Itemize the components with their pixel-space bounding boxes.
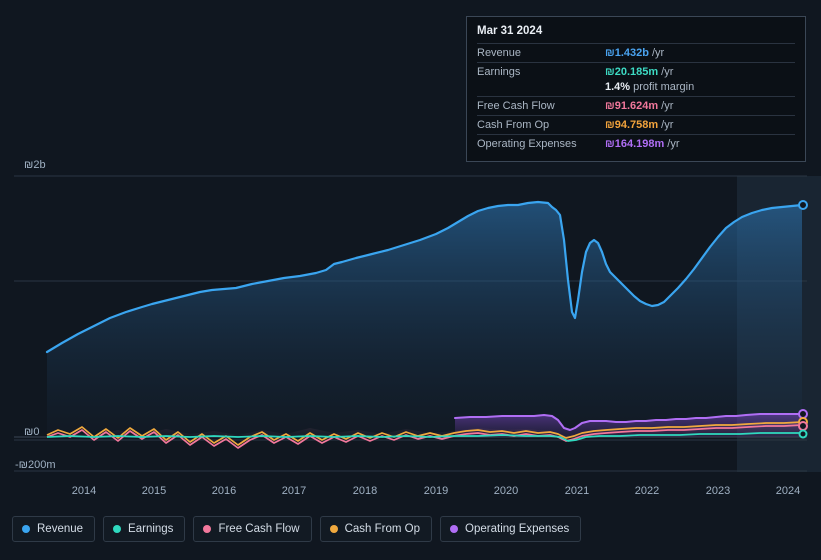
legend-item-earnings[interactable]: Earnings — [103, 516, 186, 542]
tooltip-row-cash-from-op: Cash From Op ₪94.758m /yr — [477, 115, 795, 134]
tooltip-unit-cash-from-op: /yr — [661, 119, 674, 131]
x-tick-2016: 2016 — [211, 485, 237, 497]
x-tick-2020: 2020 — [493, 485, 519, 497]
tooltip-row-operating-expenses: Operating Expenses ₪164.198m /yr — [477, 134, 795, 153]
tooltip-value-revenue: ₪1.432b — [605, 47, 649, 59]
chart-tooltip: Mar 31 2024 Revenue ₪1.432b /yr Earnings… — [466, 16, 806, 162]
tooltip-unit-revenue: /yr — [651, 47, 665, 59]
y-axis-label-2b: ₪2b — [24, 159, 46, 171]
x-tick-2017: 2017 — [281, 485, 307, 497]
tooltip-value-cash-from-op: ₪94.758m — [605, 119, 659, 131]
free-cash-flow-end-marker — [798, 421, 808, 431]
tooltip-label-free-cash-flow: Free Cash Flow — [477, 100, 555, 112]
legend-dot-revenue-icon — [22, 525, 30, 533]
financials-chart: Mar 31 2024 Revenue ₪1.432b /yr Earnings… — [0, 0, 821, 560]
tooltip-row-profit-margin: 1.4% profit margin — [477, 81, 795, 96]
legend-item-cash-from-op[interactable]: Cash From Op — [319, 516, 433, 542]
y-axis-label-0: ₪0 — [24, 426, 40, 438]
x-tick-2023: 2023 — [705, 485, 731, 497]
tooltip-row-free-cash-flow: Free Cash Flow ₪91.624m /yr — [477, 96, 795, 115]
x-tick-2019: 2019 — [423, 485, 449, 497]
tooltip-unit-operating-expenses: /yr — [667, 138, 680, 150]
x-tick-2015: 2015 — [141, 485, 167, 497]
x-tick-2014: 2014 — [71, 485, 97, 497]
tooltip-label-operating-expenses: Operating Expenses — [477, 138, 577, 150]
revenue-end-marker — [798, 200, 808, 210]
legend-dot-cash-from-op-icon — [329, 525, 338, 533]
earnings-end-marker — [798, 429, 808, 439]
operating-expenses-end-marker — [798, 409, 808, 419]
x-tick-2022: 2022 — [634, 485, 660, 497]
tooltip-value-operating-expenses: ₪164.198m — [605, 138, 665, 150]
tooltip-value-earnings: ₪20.185m — [605, 66, 659, 78]
tooltip-label-revenue: Revenue — [477, 47, 522, 59]
y-axis-label-neg200m: -₪200m — [15, 459, 56, 471]
legend-label-operating-expenses: Operating Expenses — [465, 523, 570, 535]
tooltip-unit-free-cash-flow: /yr — [661, 100, 674, 112]
legend-label-earnings: Earnings — [128, 523, 174, 535]
tooltip-row-revenue: Revenue ₪1.432b /yr — [477, 43, 795, 62]
legend-label-cash-from-op: Cash From Op — [344, 523, 421, 535]
legend-dot-free-cash-flow-icon — [203, 525, 212, 533]
tooltip-unit-earnings: /yr — [661, 66, 674, 78]
tooltip-value-free-cash-flow: ₪91.624m — [605, 100, 659, 112]
legend-label-free-cash-flow: Free Cash Flow — [218, 523, 300, 535]
tooltip-row-earnings: Earnings ₪20.185m /yr — [477, 62, 795, 81]
tooltip-label-cash-from-op: Cash From Op — [477, 119, 550, 131]
tooltip-date: Mar 31 2024 — [477, 25, 543, 37]
legend-dot-operating-expenses-icon — [450, 525, 459, 533]
x-tick-2021: 2021 — [564, 485, 590, 497]
legend-dot-earnings-icon — [113, 525, 122, 533]
tooltip-unit-profit-margin: profit margin — [633, 81, 695, 93]
tooltip-label-earnings: Earnings — [477, 66, 521, 78]
legend-item-operating-expenses[interactable]: Operating Expenses — [440, 516, 582, 542]
x-tick-2018: 2018 — [352, 485, 378, 497]
tooltip-value-profit-margin: 1.4% — [605, 81, 631, 93]
x-tick-2024: 2024 — [775, 485, 801, 497]
legend-label-revenue: Revenue — [37, 523, 84, 535]
legend-item-revenue[interactable]: Revenue — [12, 516, 96, 542]
legend-item-free-cash-flow[interactable]: Free Cash Flow — [193, 516, 312, 542]
chart-legend: Revenue Earnings Free Cash Flow Cash Fro… — [12, 516, 582, 542]
